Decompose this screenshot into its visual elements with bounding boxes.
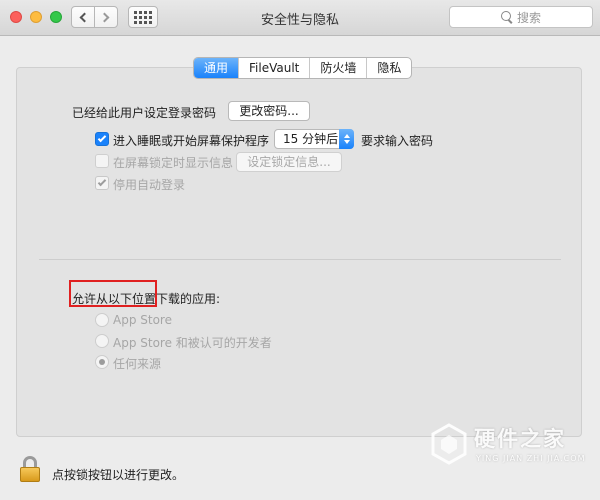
- disable-auto-login-label: 停用自动登录: [113, 178, 186, 192]
- section-divider: [39, 259, 561, 260]
- search-field[interactable]: 搜索: [449, 6, 593, 28]
- tab-privacy[interactable]: 隐私: [367, 58, 411, 78]
- disable-auto-login-checkbox[interactable]: [95, 176, 109, 190]
- show-lock-message-checkbox[interactable]: [95, 154, 109, 168]
- general-panel: 已经给此用户设定登录密码 更改密码... 进入睡眠或开始屏幕保护程序 15 分钟…: [16, 67, 582, 437]
- watermark-logo-icon: [431, 423, 467, 465]
- checkmark-icon: [97, 133, 107, 143]
- annotation-highlight-box: [69, 280, 157, 307]
- tab-firewall[interactable]: 防火墙: [310, 58, 368, 78]
- radio-app-store[interactable]: [95, 313, 109, 327]
- set-lock-message-button[interactable]: 设定锁定信息...: [236, 152, 342, 172]
- radio-identified-developers-label: App Store 和被认可的开发者: [113, 336, 272, 350]
- lock-icon[interactable]: [20, 456, 40, 482]
- watermark: 硬件之家 YING JIAN ZHI JIA.COM: [430, 417, 590, 471]
- lock-instruction-text: 点按锁按钮以进行更改。: [52, 468, 185, 482]
- watermark-title: 硬件之家: [474, 427, 566, 451]
- radio-selected-dot: [99, 359, 105, 365]
- password-delay-select[interactable]: 15 分钟后: [274, 129, 354, 149]
- tab-filevault[interactable]: FileVault: [239, 58, 311, 78]
- tab-general[interactable]: 通用: [194, 58, 240, 78]
- watermark-subtitle: YING JIAN ZHI JIA.COM: [476, 454, 586, 463]
- require-password-checkbox[interactable]: [95, 132, 109, 146]
- password-set-label: 已经给此用户设定登录密码: [72, 106, 217, 120]
- title-bar: 安全性与隐私 搜索: [0, 0, 600, 36]
- radio-identified-developers[interactable]: [95, 334, 109, 348]
- require-password-label: 进入睡眠或开始屏幕保护程序: [113, 134, 270, 148]
- search-placeholder: 搜索: [516, 10, 541, 25]
- checkmark-icon: [97, 177, 107, 187]
- select-arrows-icon: [339, 129, 354, 149]
- change-password-button[interactable]: 更改密码...: [228, 101, 310, 121]
- tab-bar: 通用 FileVault 防火墙 隐私: [193, 57, 413, 79]
- password-delay-value: 15 分钟后: [283, 132, 339, 146]
- show-lock-message-label: 在屏幕锁定时显示信息: [113, 156, 234, 170]
- radio-anywhere-label: 任何来源: [113, 357, 162, 371]
- radio-app-store-label: App Store: [113, 313, 172, 327]
- radio-anywhere[interactable]: [95, 355, 109, 369]
- require-password-suffix: 要求输入密码: [361, 134, 434, 148]
- search-icon: [500, 11, 513, 23]
